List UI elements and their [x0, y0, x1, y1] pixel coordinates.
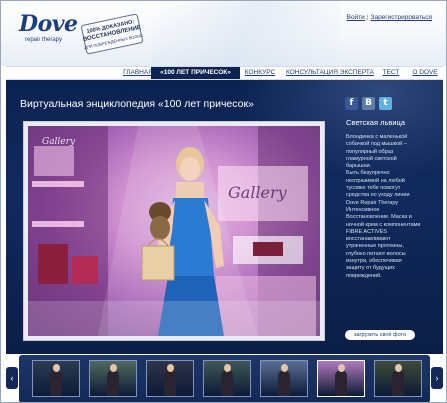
thumb-3[interactable] [146, 360, 194, 397]
boutique-scene: Gallery Gallery [28, 126, 320, 336]
vkontakte-icon[interactable]: B [362, 97, 375, 110]
register-link[interactable]: Зарегистрироваться [371, 14, 432, 21]
style-name: Светская львица [346, 118, 406, 127]
thumb-4[interactable] [203, 360, 251, 397]
hairstyle-photo: Gallery Gallery [28, 126, 320, 336]
proven-badge: 100% ДОКАЗАНО: ВОССТАНОВЛЕНИЕ ДЛЯ ПОВРЕЖ… [80, 13, 144, 55]
shop-sign-right: Gallery [228, 183, 288, 202]
main-nav: ГЛАВНАЯ «100 ЛЕТ ПРИЧЕСОК» КОНКУРС КОНСУ… [6, 66, 443, 80]
twitter-icon[interactable]: t [379, 97, 392, 110]
thumb-2[interactable] [89, 360, 137, 397]
thumb-1[interactable] [32, 360, 80, 397]
nav-item-test[interactable]: ТЕСТ [380, 67, 402, 79]
shop-sign-left: Gallery [42, 137, 76, 147]
page-frame: Dove repair therapy 100% ДОКАЗАНО: ВОССТ… [0, 0, 447, 403]
nav-item-100-years[interactable]: «100 ЛЕТ ПРИЧЕСОК» [151, 67, 240, 79]
carousel-next-button[interactable]: › [431, 367, 443, 389]
thumb-6[interactable] [317, 360, 365, 397]
main-panel: Виртуальная энциклопедия «100 лет причес… [6, 80, 443, 354]
auth-separator: | [366, 14, 369, 21]
header-sheen [151, 1, 341, 66]
hairstyle-photo-frame: Gallery Gallery [23, 121, 325, 341]
logo-wordmark: Dove [19, 11, 78, 37]
nav-item-about[interactable]: О DOVE [410, 67, 440, 79]
upload-photo-button[interactable]: загрузить своё фото [345, 330, 415, 340]
carousel-strip [19, 355, 430, 402]
style-carousel: ‹ › [6, 354, 443, 402]
auth-links: Войти | Зарегистрироваться [347, 14, 432, 21]
thumb-5[interactable] [260, 360, 308, 397]
thumb-7[interactable] [374, 360, 422, 397]
dove-logo[interactable]: Dove repair therapy [19, 11, 81, 51]
nav-item-expert[interactable]: КОНСУЛЬТАЦИЯ ЭКСПЕРТА [283, 67, 377, 79]
site-header: Dove repair therapy 100% ДОКАЗАНО: ВОССТ… [1, 1, 446, 66]
style-description: Блондинка с маленькой собачкой под мышко… [346, 134, 421, 279]
logo-subtitle: repair therapy [25, 37, 63, 43]
carousel-prev-button[interactable]: ‹ [6, 367, 18, 389]
page-title: Виртуальная энциклопедия «100 лет причес… [20, 98, 254, 110]
nav-item-contest[interactable]: КОНКУРС [243, 67, 277, 79]
facebook-icon[interactable]: f [345, 97, 358, 110]
social-share: f B t [345, 97, 392, 111]
login-link[interactable]: Войти [347, 14, 365, 21]
